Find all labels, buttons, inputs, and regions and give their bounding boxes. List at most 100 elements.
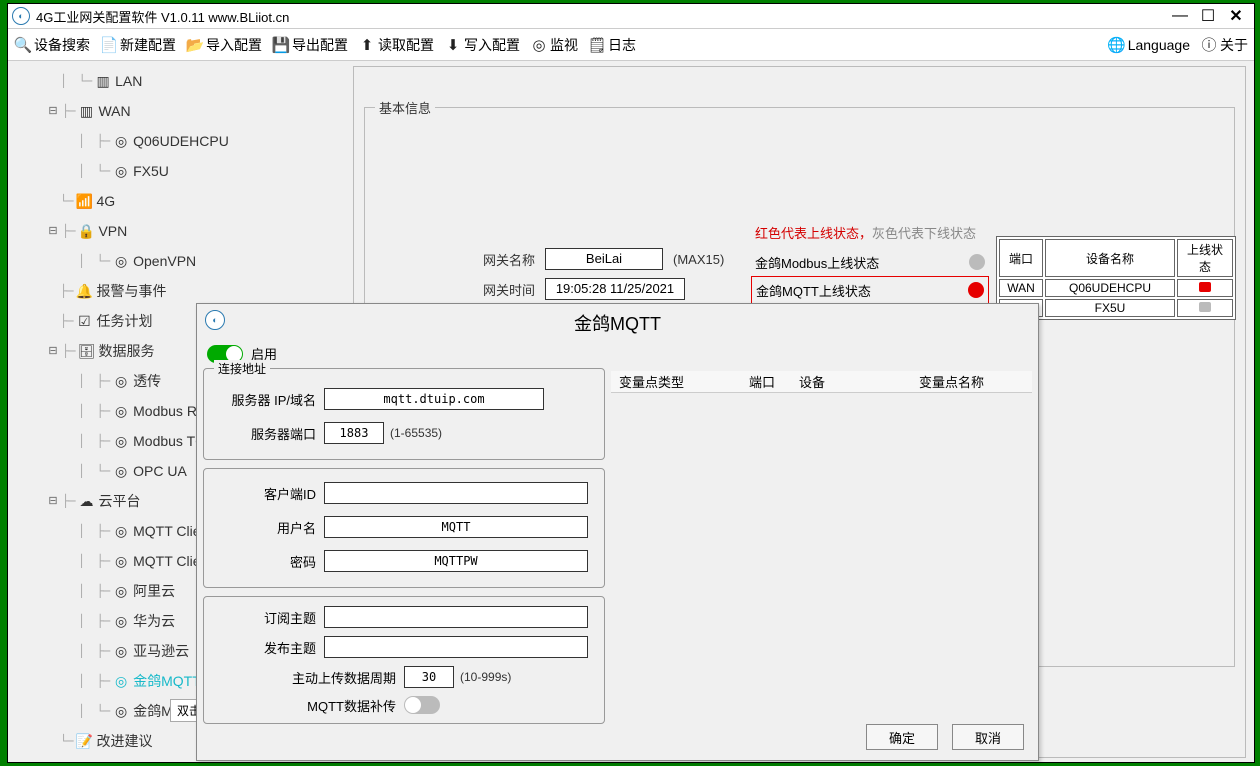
maximize-button[interactable]: ☐ (1194, 6, 1222, 26)
device-icon: ◎ (111, 696, 131, 726)
client-id-label: 客户端ID (214, 484, 324, 503)
col-name: 设备名称 (1045, 239, 1175, 277)
period-hint: (10-999s) (460, 670, 511, 684)
note-online: 红色代表上线状态， (755, 226, 872, 241)
antenna-icon: 📶 (74, 186, 94, 216)
window-title: 4G工业网关配置软件 V1.0.11 www.BLiiot.cn (36, 7, 289, 26)
download-icon: ⬇ (444, 36, 462, 54)
collapse-icon[interactable]: ⊟ (46, 216, 60, 246)
device-icon: ◎ (111, 396, 131, 426)
status-square-gray (1199, 302, 1211, 312)
app-logo-icon: ◐ (12, 7, 30, 25)
devtable-row[interactable]: WAN Q06UDEHCPU (999, 279, 1233, 297)
gw-name-hint: (MAX15) (673, 252, 724, 267)
tb-language[interactable]: 🌐Language (1108, 36, 1190, 54)
username-input[interactable] (324, 516, 588, 538)
col-port: 端口 (999, 239, 1043, 277)
topics-group: 订阅主题 发布主题 主动上传数据周期 (10-999s) MQTT数据补传 (203, 596, 605, 724)
resend-toggle[interactable] (404, 696, 440, 714)
device-icon: ◎ (111, 366, 131, 396)
tb-monitor[interactable]: ◎监视 (530, 35, 578, 55)
database-icon: 🗄 (76, 336, 96, 366)
ok-button[interactable]: 确定 (866, 724, 938, 750)
status-mqtt-label: 金鸽MQTT上线状态 (756, 281, 871, 300)
device-icon: ◎ (111, 126, 131, 156)
tree-openvpn[interactable]: │ └─◎OpenVPN (18, 246, 328, 276)
status-mqtt-row: 金鸽MQTT上线状态 (751, 276, 989, 304)
close-button[interactable]: ✕ (1222, 6, 1250, 26)
pub-topic-input[interactable] (324, 636, 588, 658)
sub-topic-input[interactable] (324, 606, 588, 628)
folder-import-icon: 📂 (186, 36, 204, 54)
cloud-icon: ☁ (76, 486, 96, 516)
client-id-input[interactable] (324, 482, 588, 504)
collapse-icon[interactable]: ⊟ (46, 336, 60, 366)
bell-icon: 🔔 (74, 276, 94, 306)
tb-search[interactable]: 🔍设备搜索 (14, 35, 90, 55)
vpn-icon: 🔒 (76, 216, 96, 246)
port-label: 服务器端口 (214, 424, 324, 443)
status-dot-gray (969, 254, 985, 270)
tree-alarm[interactable]: ├─🔔报警与事件 (18, 276, 328, 306)
info-icon: ⓘ (1200, 36, 1218, 54)
resend-label: MQTT数据补传 (274, 696, 404, 715)
variable-table: 变量点类型 端口 设备 变量点名称 (611, 371, 1032, 395)
mqtt-dialog: ◐ 金鸽MQTT 启用 连接地址 服务器 IP/域名 服务器端口 (1-6553… (196, 303, 1039, 761)
log-icon: 🗒 (588, 36, 606, 54)
col-var-port: 端口 (741, 372, 791, 391)
connection-legend: 连接地址 (214, 360, 270, 377)
search-icon: 🔍 (14, 36, 32, 54)
gw-name-label: 网关名称 (465, 250, 535, 269)
device-icon: ◎ (111, 606, 131, 636)
sub-topic-label: 订阅主题 (214, 608, 324, 627)
devtable-header: 端口 设备名称 上线状态 (999, 239, 1233, 277)
username-label: 用户名 (214, 518, 324, 537)
save-icon: 💾 (272, 36, 290, 54)
tree-4g[interactable]: └─📶4G (18, 186, 328, 216)
device-icon: ◎ (111, 426, 131, 456)
cancel-button[interactable]: 取消 (952, 724, 1024, 750)
password-input[interactable] (324, 550, 588, 572)
tree-lan[interactable]: │ └─▥LAN (18, 66, 328, 96)
language-icon: 🌐 (1108, 36, 1126, 54)
wan-icon: ▥ (76, 96, 96, 126)
pub-topic-label: 发布主题 (214, 638, 324, 657)
titlebar: ◐ 4G工业网关配置软件 V1.0.11 www.BLiiot.cn — ☐ ✕ (8, 4, 1254, 29)
device-icon: ◎ (111, 456, 131, 486)
collapse-icon[interactable]: ⊟ (46, 486, 60, 516)
task-icon: ☑ (74, 306, 94, 336)
tb-write[interactable]: ⬇写入配置 (444, 35, 520, 55)
dialog-title: 金鸽MQTT (197, 310, 1038, 336)
device-icon: ◎ (111, 246, 131, 276)
lan-icon: ▥ (93, 66, 113, 96)
tb-new[interactable]: 📄新建配置 (100, 35, 176, 55)
status-modbus-label: 金鸽Modbus上线状态 (755, 253, 879, 272)
port-input[interactable] (324, 422, 384, 444)
gw-name-value[interactable]: BeiLai (545, 248, 663, 270)
tree-wan[interactable]: ⊟├─▥WAN (18, 96, 328, 126)
tb-about[interactable]: ⓘ关于 (1200, 35, 1248, 55)
note-icon: 📝 (74, 726, 94, 756)
device-icon: ◎ (111, 636, 131, 666)
period-input[interactable] (404, 666, 454, 688)
tree-wan-dev1[interactable]: │ ├─◎Q06UDEHCPU (18, 126, 328, 156)
col-status: 上线状态 (1177, 239, 1233, 277)
tb-log[interactable]: 🗒日志 (588, 35, 636, 55)
tree-vpn[interactable]: ⊟├─🔒VPN (18, 216, 328, 246)
period-label: 主动上传数据周期 (274, 668, 404, 687)
tb-export[interactable]: 💾导出配置 (272, 35, 348, 55)
server-input[interactable] (324, 388, 544, 410)
tb-read[interactable]: ⬆读取配置 (358, 35, 434, 55)
credentials-group: 客户端ID 用户名 密码 (203, 468, 605, 588)
toolbar: 🔍设备搜索 📄新建配置 📂导入配置 💾导出配置 ⬆读取配置 ⬇写入配置 ◎监视 … (8, 29, 1254, 61)
device-icon: ◎ (111, 516, 131, 546)
gw-time-value: 19:05:28 11/25/2021 (545, 278, 685, 300)
col-var-dev: 设备 (791, 372, 911, 391)
tree-wan-dev2[interactable]: │ └─◎FX5U (18, 156, 328, 186)
basic-info-legend: 基本信息 (375, 98, 435, 117)
device-icon: ◎ (111, 576, 131, 606)
device-icon: ◎ (111, 666, 131, 696)
tb-import[interactable]: 📂导入配置 (186, 35, 262, 55)
collapse-icon[interactable]: ⊟ (46, 96, 60, 126)
minimize-button[interactable]: — (1166, 7, 1194, 25)
